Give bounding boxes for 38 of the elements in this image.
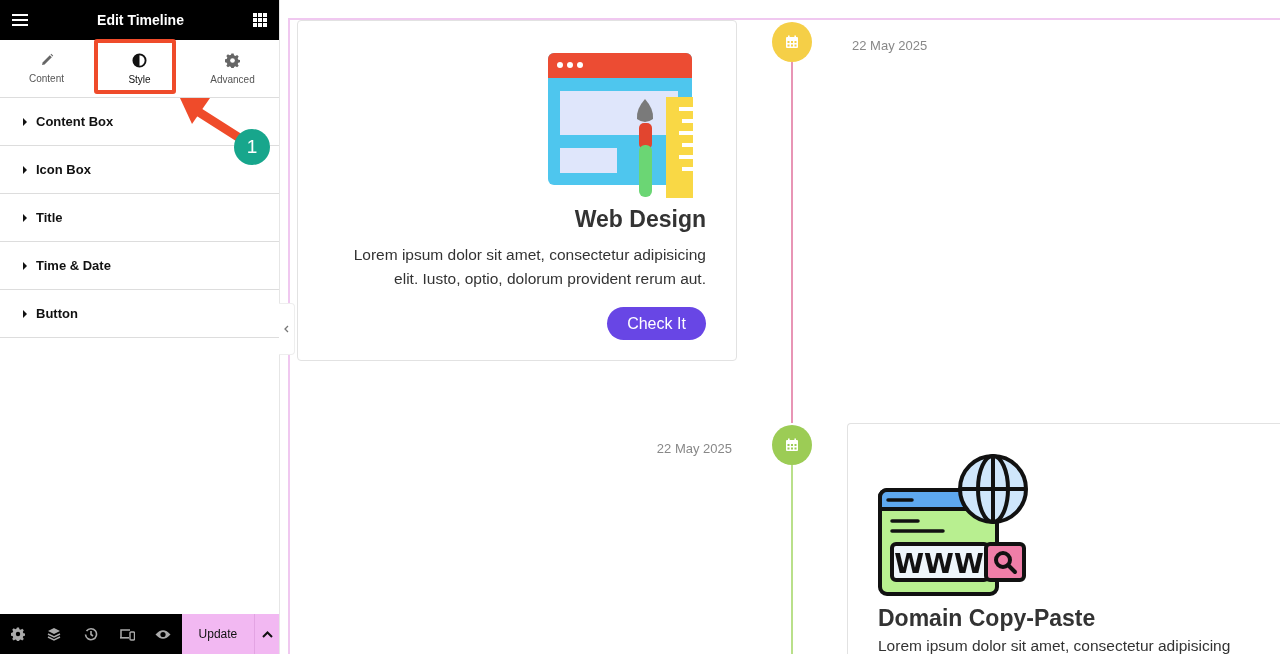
domain-search-drawing: WWW xyxy=(878,454,1028,596)
timeline-date: 22 May 2025 xyxy=(655,440,733,456)
panel-tab[interactable]: Advanced xyxy=(186,40,279,97)
caret-icon xyxy=(22,213,28,222)
responsive-icon[interactable] xyxy=(119,627,135,641)
caret-icon xyxy=(22,309,28,318)
chevron-up-icon xyxy=(261,630,273,638)
contrast-icon xyxy=(132,52,147,68)
card-title: Web Design xyxy=(574,205,706,234)
menu-icon[interactable] xyxy=(12,14,28,26)
expand-up-button[interactable] xyxy=(254,614,279,654)
panel-tab[interactable]: Content xyxy=(0,40,93,97)
calendar-icon xyxy=(785,438,799,452)
layers-icon[interactable] xyxy=(47,627,62,641)
eye-icon[interactable] xyxy=(155,628,172,640)
caret-icon xyxy=(22,261,28,270)
timeline-date: 22 May 2025 xyxy=(851,37,929,53)
calendar-icon xyxy=(785,35,799,49)
step-number: 1 xyxy=(234,129,270,165)
check-it-button[interactable]: Check It xyxy=(607,307,706,340)
history-icon[interactable] xyxy=(83,627,98,641)
card-title: Domain Copy-Paste xyxy=(878,604,1096,632)
panel-tab[interactable]: Style xyxy=(93,40,186,97)
accordion-section[interactable]: Title xyxy=(0,194,279,242)
settings-icon[interactable] xyxy=(11,627,26,641)
collapse-handle[interactable] xyxy=(279,303,295,355)
card-text: Lorem ipsum dolor sit amet, consectetur adipisicing elit. Iusto, optio, dolorum provident rerum aut. xyxy=(352,245,706,289)
panel-title: Edit Timeline xyxy=(97,12,184,28)
card-text: Lorem ipsum dolor sit amet, consectetur adipisicing xyxy=(878,636,1231,654)
accordion-section[interactable]: Time & Date xyxy=(0,242,279,290)
caret-icon xyxy=(22,165,28,174)
apps-grid-icon[interactable] xyxy=(253,13,267,27)
pencil-icon xyxy=(39,53,54,67)
chevron-left-icon xyxy=(284,325,289,333)
gear-icon xyxy=(225,52,240,68)
update-button[interactable]: Update xyxy=(181,614,255,654)
pointer-arrow xyxy=(180,98,242,142)
caret-icon xyxy=(22,117,28,126)
